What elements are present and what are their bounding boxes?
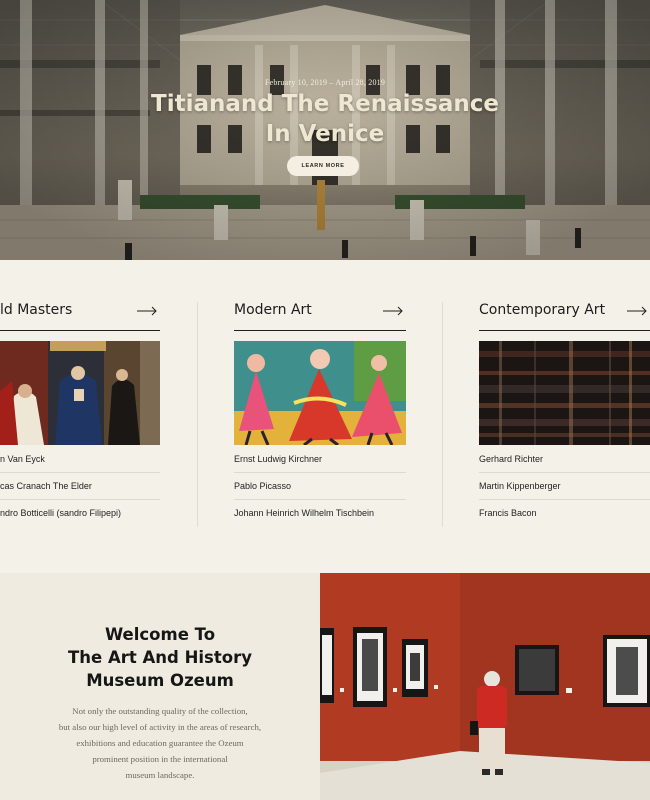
collections-section: ld Masters n Van Eyck cas Cranach The El… — [0, 260, 650, 573]
arrow-right-icon[interactable] — [383, 306, 403, 316]
contemporary-art-painting-image[interactable] — [479, 341, 650, 445]
arrow-right-icon[interactable] — [627, 306, 647, 316]
modern-art-painting-image[interactable] — [234, 341, 406, 445]
artist-link[interactable]: Johann Heinrich Wilhelm Tischbein — [234, 500, 406, 526]
welcome-title: Welcome To The Art And History Museum Oz… — [0, 623, 320, 692]
arrow-right-icon[interactable] — [137, 306, 157, 316]
welcome-section: Welcome To The Art And History Museum Oz… — [0, 573, 320, 800]
artist-link[interactable]: Gerhard Richter — [479, 446, 650, 473]
exhibition-title-line-2: In Venice — [265, 121, 385, 147]
collection-header[interactable]: Modern Art — [234, 300, 406, 331]
welcome-description: Not only the outstanding quality of the … — [0, 703, 320, 783]
column-divider — [442, 302, 443, 527]
collection-title[interactable]: Modern Art — [234, 302, 312, 318]
artist-link[interactable]: Ernst Ludwig Kirchner — [234, 446, 406, 473]
welcome-text-line: but also our high level of activity in t… — [58, 722, 262, 732]
artist-list: n Van Eyck cas Cranach The Elder ndro Bo… — [0, 446, 160, 526]
collection-old-masters: ld Masters n Van Eyck cas Cranach The El… — [0, 260, 160, 573]
welcome-text-line: prominent position in the international — [92, 754, 228, 764]
collection-title[interactable]: ld Masters — [0, 302, 72, 318]
old-masters-painting-image[interactable] — [0, 341, 160, 445]
artist-link[interactable]: cas Cranach The Elder — [0, 473, 160, 500]
exhibition-title-line-1: Titianand The Renaissance — [151, 91, 499, 117]
collection-header[interactable]: ld Masters — [0, 300, 160, 331]
collection-modern-art: Modern Art Ernst Ludwig Kirchner Pablo P… — [234, 260, 406, 573]
exhibition-dates: February 10, 2019 – April 28, 2019 — [264, 78, 386, 87]
welcome-title-line: Museum Ozeum — [86, 671, 234, 690]
artist-link[interactable]: Pablo Picasso — [234, 473, 406, 500]
hero-banner: February 10, 2019 – April 28, 2019 Titia… — [0, 0, 650, 260]
gallery-visitor-image — [320, 573, 650, 800]
welcome-text-line: museum landscape. — [125, 770, 195, 780]
welcome-text-line: exhibitions and education guarantee the … — [76, 738, 244, 748]
welcome-text-line: Not only the outstanding quality of the … — [72, 706, 248, 716]
artist-link[interactable]: Francis Bacon — [479, 500, 650, 526]
artist-list: Gerhard Richter Martin Kippenberger Fran… — [479, 446, 650, 526]
welcome-title-line: Welcome To — [104, 625, 216, 644]
collection-header[interactable]: Contemporary Art — [479, 300, 650, 331]
welcome-title-line: The Art And History — [68, 648, 252, 667]
exhibition-title: Titianand The Renaissance In Venice — [0, 89, 650, 149]
collection-title[interactable]: Contemporary Art — [479, 302, 605, 318]
learn-more-button[interactable]: LEARN MORE — [287, 156, 359, 176]
column-divider — [197, 302, 198, 527]
artist-link[interactable]: Martin Kippenberger — [479, 473, 650, 500]
artist-list: Ernst Ludwig Kirchner Pablo Picasso Joha… — [234, 446, 406, 526]
artist-link[interactable]: n Van Eyck — [0, 446, 160, 473]
collection-contemporary-art: Contemporary Art Gerhard Richter Martin … — [479, 260, 650, 573]
artist-link[interactable]: ndro Botticelli (sandro Filipepi) — [0, 500, 160, 526]
